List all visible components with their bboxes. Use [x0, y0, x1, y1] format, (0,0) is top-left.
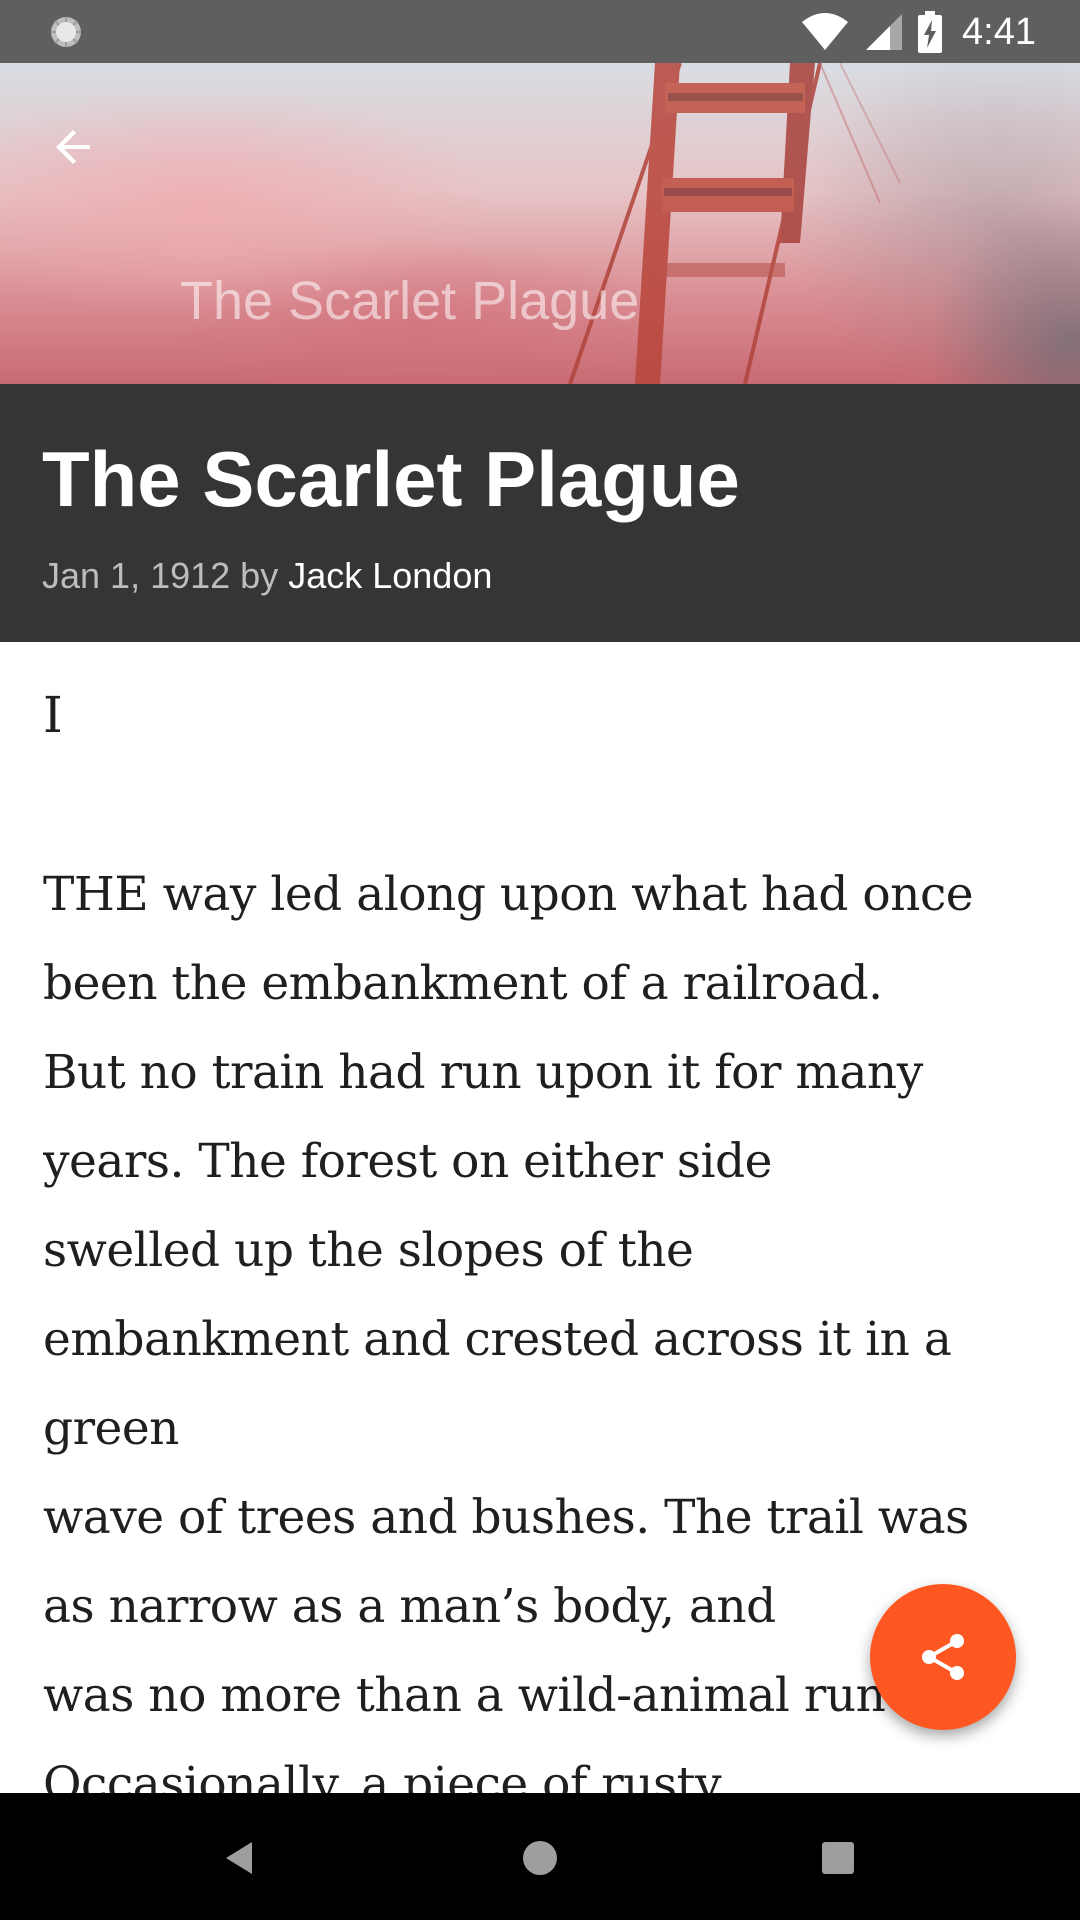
back-button[interactable]	[40, 113, 108, 181]
paragraph-line: been the embankment of a railroad.	[43, 956, 883, 1011]
publish-date: Jan 1, 1912	[42, 555, 231, 596]
byline: Jan 1, 1912 by Jack London	[42, 555, 492, 597]
share-button[interactable]	[870, 1584, 1016, 1730]
wifi-icon	[802, 13, 849, 50]
cellular-signal-icon	[866, 14, 903, 50]
article-title: The Scarlet Plague	[42, 435, 740, 523]
by-label: by	[240, 555, 279, 596]
sync-spinner-icon	[51, 17, 81, 47]
screen: 4:41 The Scarlet Plague The Scarlet Plag…	[0, 0, 1080, 1920]
bridge-illustration	[568, 63, 901, 384]
status-bar: 4:41	[0, 0, 1080, 63]
nav-home-icon	[523, 1841, 557, 1875]
nav-home-button[interactable]	[505, 1823, 575, 1893]
nav-back-button[interactable]	[205, 1823, 275, 1893]
nav-back-icon	[226, 1842, 252, 1874]
paragraph-line: But no train had run upon it for many	[43, 1045, 923, 1100]
share-icon	[922, 1634, 964, 1680]
hero-overlay-title: The Scarlet Plague	[180, 271, 640, 331]
paragraph-line: swelled up the slopes of the	[43, 1223, 694, 1278]
paragraph-line: embankment and crested across it in a	[43, 1312, 952, 1367]
nav-recents-button[interactable]	[803, 1823, 873, 1893]
arrow-back-icon	[56, 130, 90, 164]
paragraph-line: Occasionally, a piece of rusty	[43, 1757, 722, 1793]
paragraph-line: years. The forest on either side	[43, 1134, 772, 1189]
hero-image: The Scarlet Plague	[0, 63, 1080, 384]
status-time: 4:41	[962, 10, 1036, 53]
paragraph-line: green	[43, 1401, 179, 1456]
nav-recents-icon	[822, 1842, 854, 1874]
author-link[interactable]: Jack London	[288, 555, 492, 596]
paragraph-line: THE way led along upon what had once	[43, 867, 974, 922]
navigation-bar	[0, 1793, 1080, 1920]
status-icons: 4:41	[800, 10, 1036, 54]
chapter-heading: I	[43, 686, 63, 744]
battery-charging-icon	[918, 11, 943, 53]
paragraph-line: wave of trees and bushes. The trail was	[43, 1490, 969, 1545]
